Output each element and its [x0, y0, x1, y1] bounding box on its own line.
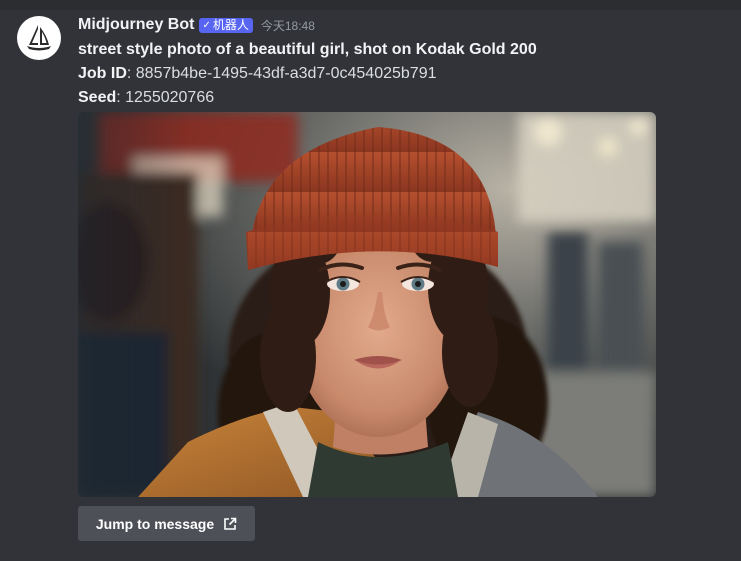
jump-to-message-button[interactable]: Jump to message — [78, 506, 255, 541]
seed-value: : 1255020766 — [116, 89, 215, 106]
generated-image[interactable] — [78, 112, 656, 497]
jump-button-label: Jump to message — [95, 515, 215, 532]
job-id-value: : 8857b4be-1495-43df-a3d7-0c454025b791 — [126, 65, 437, 82]
job-id-line: Job ID: 8857b4be-1495-43df-a3d7-0c454025… — [78, 62, 728, 86]
author-name[interactable]: Midjourney Bot — [78, 16, 194, 34]
bot-badge-label: 机器人 — [212, 17, 249, 32]
bot-avatar[interactable] — [17, 16, 61, 60]
seed-line: Seed: 1255020766 — [78, 86, 728, 110]
sailboat-icon — [27, 25, 51, 51]
external-link-icon — [223, 517, 237, 531]
bot-badge: ✓ 机器人 — [199, 17, 253, 33]
top-bar — [0, 0, 741, 10]
seed-label: Seed — [78, 89, 117, 106]
message-content: street style photo of a beautiful girl, … — [78, 38, 728, 110]
prompt-text: street style photo of a beautiful girl, … — [78, 41, 537, 58]
message-timestamp[interactable]: 今天18:48 — [261, 17, 315, 34]
job-id-label: Job ID — [78, 65, 127, 82]
check-icon: ✓ — [202, 19, 211, 31]
portrait-photo — [78, 112, 656, 497]
message-header: Midjourney Bot ✓ 机器人 今天18:48 — [78, 14, 315, 36]
chat-message: Midjourney Bot ✓ 机器人 今天18:48 street styl… — [0, 10, 741, 561]
